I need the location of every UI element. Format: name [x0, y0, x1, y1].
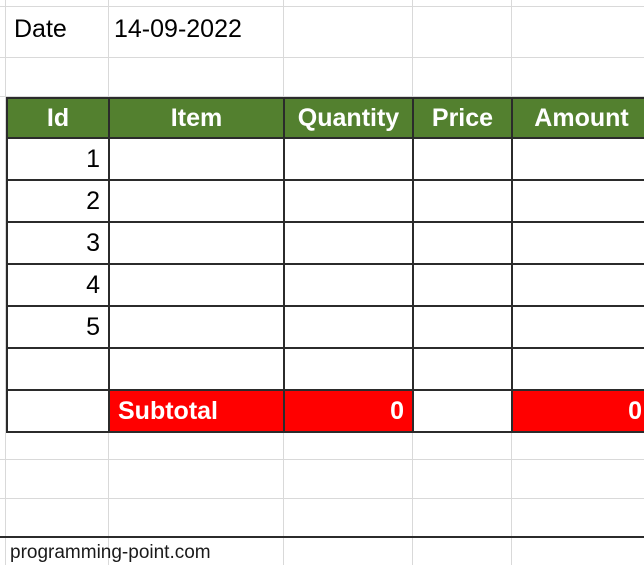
- cell-price[interactable]: [412, 347, 513, 391]
- subtotal-quantity[interactable]: 0: [283, 389, 414, 433]
- subtotal-price[interactable]: [412, 389, 513, 433]
- cell-item[interactable]: [108, 347, 285, 391]
- table-row: 4: [6, 263, 644, 307]
- invoice-table: Id Item Quantity Price Amount 1 2 3 4 5 …: [6, 97, 644, 433]
- cell-id[interactable]: 2: [6, 179, 110, 223]
- cell-price[interactable]: [412, 305, 513, 349]
- cell-quantity[interactable]: [283, 305, 414, 349]
- table-row: [6, 347, 644, 391]
- cell-id[interactable]: 1: [6, 137, 110, 181]
- subtotal-label: Subtotal: [108, 389, 285, 433]
- table-row: 2: [6, 179, 644, 223]
- table-row: 1: [6, 137, 644, 181]
- gridline-horizontal: [0, 459, 644, 460]
- footer-divider: [0, 536, 644, 538]
- cell-price[interactable]: [412, 179, 513, 223]
- gridline-horizontal: [0, 498, 644, 499]
- cell-id[interactable]: 4: [6, 263, 110, 307]
- date-value[interactable]: 14-09-2022: [114, 17, 242, 42]
- cell-item[interactable]: [108, 179, 285, 223]
- cell-item[interactable]: [108, 221, 285, 265]
- cell-price[interactable]: [412, 137, 513, 181]
- cell-item[interactable]: [108, 263, 285, 307]
- cell-quantity[interactable]: [283, 179, 414, 223]
- footer-watermark: programming-point.com: [10, 542, 211, 563]
- cell-item[interactable]: [108, 305, 285, 349]
- cell-id[interactable]: [6, 347, 110, 391]
- column-header-item: Item: [108, 97, 285, 139]
- column-header-price: Price: [412, 97, 513, 139]
- cell-amount[interactable]: [511, 347, 644, 391]
- cell-amount[interactable]: [511, 305, 644, 349]
- cell-amount[interactable]: [511, 263, 644, 307]
- column-header-amount: Amount: [511, 97, 644, 139]
- cell-quantity[interactable]: [283, 221, 414, 265]
- subtotal-cell-id[interactable]: [6, 389, 110, 433]
- subtotal-row: Subtotal 0 0: [6, 389, 644, 433]
- gridline-horizontal: [0, 6, 644, 7]
- cell-item[interactable]: [108, 137, 285, 181]
- date-label: Date: [14, 15, 67, 43]
- cell-price[interactable]: [412, 221, 513, 265]
- cell-quantity[interactable]: [283, 137, 414, 181]
- cell-id[interactable]: 3: [6, 221, 110, 265]
- cell-quantity[interactable]: [283, 347, 414, 391]
- gridline-horizontal: [0, 57, 644, 58]
- cell-id[interactable]: 5: [6, 305, 110, 349]
- subtotal-amount[interactable]: 0: [511, 389, 644, 433]
- cell-price[interactable]: [412, 263, 513, 307]
- cell-amount[interactable]: [511, 137, 644, 181]
- column-header-quantity: Quantity: [283, 97, 414, 139]
- column-header-id: Id: [6, 97, 110, 139]
- spreadsheet-canvas: Date 14-09-2022 Id Item Quantity Price A…: [0, 0, 644, 565]
- cell-quantity[interactable]: [283, 263, 414, 307]
- table-header-row: Id Item Quantity Price Amount: [6, 97, 644, 139]
- cell-amount[interactable]: [511, 179, 644, 223]
- table-row: 5: [6, 305, 644, 349]
- cell-amount[interactable]: [511, 221, 644, 265]
- table-row: 3: [6, 221, 644, 265]
